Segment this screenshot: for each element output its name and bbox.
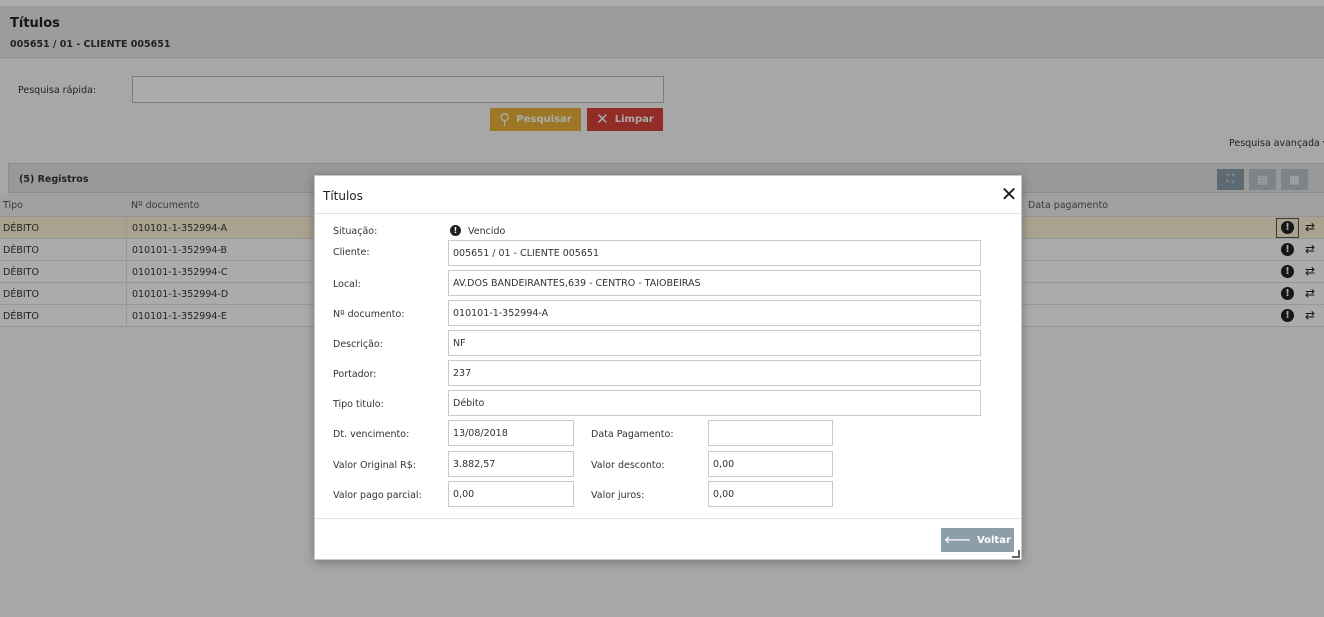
descricao-label: Descrição: — [333, 339, 383, 350]
descricao-field[interactable] — [448, 330, 981, 356]
valor-pago-parcial-label: Valor pago parcial: — [333, 490, 422, 501]
portador-field[interactable] — [448, 360, 981, 386]
documento-label: Nº documento: — [333, 309, 405, 320]
local-label: Local: — [333, 279, 361, 290]
valor-juros-label: Valor juros: — [591, 490, 645, 501]
dialog-title: Títulos — [323, 189, 363, 203]
arrow-left-icon: 🡐 — [944, 535, 971, 546]
valor-desconto-field[interactable] — [708, 451, 833, 477]
cliente-field[interactable] — [448, 240, 981, 266]
titulo-details-dialog: Títulos ✕ Situação: ! Vencido Cliente: L… — [314, 175, 1022, 560]
valor-original-label: Valor Original R$: — [333, 460, 416, 471]
valor-original-field[interactable] — [448, 451, 574, 477]
vencimento-field[interactable] — [448, 420, 574, 446]
tipo-titulo-field[interactable] — [448, 390, 981, 416]
situacao-label: Situação: — [333, 226, 378, 237]
cliente-label: Cliente: — [333, 247, 370, 258]
tipo-titulo-label: Tipo titulo: — [333, 399, 384, 410]
portador-label: Portador: — [333, 369, 377, 380]
exclamation-circle-icon: ! — [450, 225, 461, 236]
vencimento-label: Dt. vencimento: — [333, 429, 410, 440]
data-pagamento-field[interactable] — [708, 420, 833, 446]
situacao-value: Vencido — [468, 226, 506, 237]
resize-handle[interactable] — [1012, 550, 1020, 558]
documento-field[interactable] — [448, 300, 981, 326]
local-field[interactable] — [448, 270, 981, 296]
valor-pago-parcial-field[interactable] — [448, 481, 574, 507]
valor-juros-field[interactable] — [708, 481, 833, 507]
valor-desconto-label: Valor desconto: — [591, 460, 665, 471]
back-button[interactable]: 🡐 Voltar — [941, 528, 1014, 552]
back-button-label: Voltar — [976, 534, 1011, 546]
data-pagamento-label: Data Pagamento: — [591, 429, 674, 440]
close-icon[interactable]: ✕ — [998, 183, 1020, 205]
